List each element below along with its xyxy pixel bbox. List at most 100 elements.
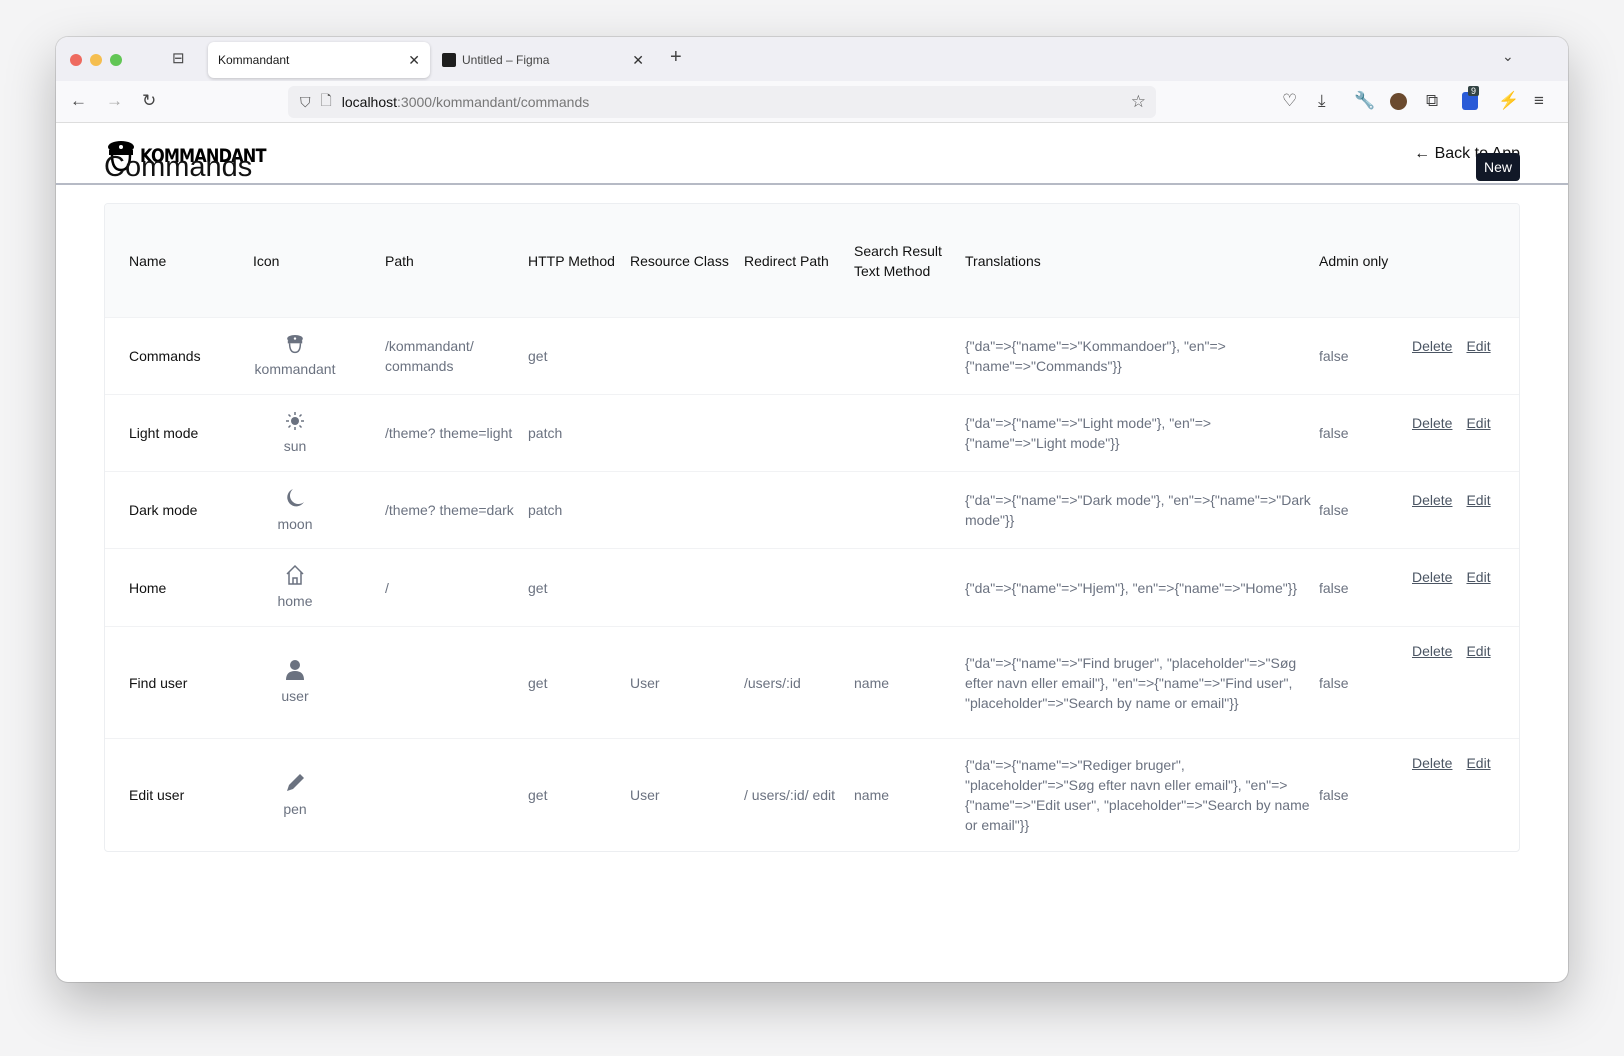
minimize-window-button[interactable] bbox=[90, 54, 102, 66]
path: / bbox=[385, 579, 389, 596]
forward-icon[interactable]: → bbox=[106, 91, 123, 111]
edit-link[interactable]: Edit bbox=[1466, 492, 1490, 508]
icon-name: moon bbox=[277, 515, 313, 532]
http-method: get bbox=[528, 674, 548, 691]
reload-icon[interactable]: ↻ bbox=[142, 91, 156, 111]
maximize-window-button[interactable] bbox=[110, 54, 122, 66]
column-header: Translations bbox=[965, 252, 1041, 269]
nav-bar: ← → ↻ ⛉ 🗋 localhost:3000/kommandant/comm… bbox=[56, 81, 1568, 123]
app-header: KOMMANDANT ← Back to App bbox=[56, 123, 1568, 185]
table-row: Edit user pen get User / users/:id/ edit… bbox=[105, 738, 1519, 851]
extensions-icon[interactable]: ⧉ bbox=[1426, 91, 1438, 111]
http-method: get bbox=[528, 348, 548, 364]
delete-link[interactable]: Delete bbox=[1412, 569, 1452, 585]
column-header: Redirect Path bbox=[744, 252, 829, 269]
close-tab-icon[interactable]: ✕ bbox=[408, 52, 420, 69]
delete-link[interactable]: Delete bbox=[1412, 338, 1452, 354]
admin-only: false bbox=[1319, 348, 1349, 364]
pocket-icon[interactable]: ♡ bbox=[1282, 91, 1297, 111]
tab-kommandant[interactable]: Kommandant ✕ bbox=[208, 42, 430, 78]
icon-cell: home bbox=[253, 564, 385, 611]
command-name: Home bbox=[129, 579, 167, 596]
translations: {"da"=>{"name"=>"Kommandoer"}, "en"=>{"n… bbox=[965, 338, 1226, 374]
row-actions: Delete Edit bbox=[1412, 549, 1519, 587]
icon-cell: pen bbox=[253, 772, 385, 819]
icon-cell: kommandant bbox=[253, 334, 385, 379]
admin-only: false bbox=[1319, 787, 1349, 803]
table-row: Home home / get {"da"=>{"name"=>"Hjem"},… bbox=[105, 548, 1519, 626]
home-icon bbox=[284, 564, 306, 591]
table-header: Name Icon Path HTTP Method Resource Class Red… bbox=[105, 204, 1519, 317]
command-name: Commands bbox=[129, 348, 201, 364]
icon-name: pen bbox=[283, 800, 307, 817]
redirect-path: /users/:id bbox=[744, 674, 801, 691]
back-icon[interactable]: ← bbox=[70, 91, 87, 111]
sun-icon bbox=[285, 411, 305, 436]
moon-icon bbox=[284, 487, 306, 514]
command-name: Find user bbox=[129, 674, 188, 691]
close-tab-icon[interactable]: ✕ bbox=[632, 52, 644, 69]
avatar[interactable] bbox=[1390, 93, 1407, 110]
download-icon[interactable]: ⤓ bbox=[1318, 91, 1326, 111]
new-button[interactable]: New bbox=[1475, 153, 1520, 181]
column-header: Path bbox=[385, 252, 414, 269]
chevron-down-icon[interactable]: ⌄ bbox=[1502, 48, 1514, 65]
column-header: Name bbox=[129, 252, 167, 269]
column-header: Icon bbox=[253, 252, 280, 269]
tab-label: Kommandant bbox=[218, 53, 290, 67]
lightning-icon[interactable]: ⚡ bbox=[1498, 91, 1519, 111]
page-title: Commands bbox=[104, 151, 253, 183]
row-actions: Delete Edit bbox=[1412, 472, 1519, 510]
translations: {"da"=>{"name"=>"Light mode"}, "en"=>{"n… bbox=[965, 415, 1212, 451]
delete-link[interactable]: Delete bbox=[1412, 415, 1452, 431]
row-actions: Delete Edit bbox=[1412, 627, 1519, 661]
kommandant-icon bbox=[286, 334, 304, 359]
row-actions: Delete Edit bbox=[1412, 318, 1519, 356]
admin-only: false bbox=[1319, 425, 1349, 441]
new-tab-icon[interactable]: + bbox=[670, 46, 682, 69]
path: /theme? theme=light bbox=[385, 425, 513, 441]
icon-name: home bbox=[277, 593, 313, 609]
row-actions: Delete Edit bbox=[1412, 739, 1519, 773]
http-method: get bbox=[528, 787, 548, 803]
delete-link[interactable]: Delete bbox=[1412, 755, 1452, 771]
tab-figma[interactable]: Untitled – Figma ✕ bbox=[432, 42, 654, 78]
extension-shield-icon[interactable]: 9 bbox=[1462, 86, 1480, 110]
wrench-icon[interactable]: 🔧 bbox=[1354, 91, 1375, 111]
edit-link[interactable]: Edit bbox=[1466, 338, 1490, 354]
delete-link[interactable]: Delete bbox=[1412, 492, 1452, 508]
icon-name: kommandant bbox=[254, 360, 336, 377]
icon-name: sun bbox=[283, 437, 307, 454]
menu-icon[interactable]: ≡ bbox=[1534, 91, 1544, 111]
pen-icon bbox=[284, 772, 306, 799]
tab-overview-icon[interactable]: ⊟ bbox=[172, 49, 185, 67]
icon-cell: user bbox=[253, 659, 385, 706]
page: KOMMANDANT ← Back to App Commands New Na… bbox=[56, 123, 1568, 852]
url-bar[interactable]: ⛉ 🗋 localhost:3000/kommandant/commands ☆ bbox=[288, 86, 1156, 118]
icon-name: user bbox=[281, 688, 309, 704]
star-icon[interactable]: ☆ bbox=[1131, 92, 1146, 112]
commands-table: Name Icon Path HTTP Method Resource Class Red… bbox=[104, 203, 1520, 852]
command-name: Light mode bbox=[129, 425, 199, 441]
edit-link[interactable]: Edit bbox=[1466, 755, 1490, 771]
extension-badge: 9 bbox=[1468, 86, 1480, 96]
icon-cell: moon bbox=[253, 487, 385, 534]
table-row: Dark mode moon /theme? theme=dark patch … bbox=[105, 471, 1519, 548]
icon-cell: sun bbox=[253, 411, 385, 456]
edit-link[interactable]: Edit bbox=[1466, 415, 1490, 431]
edit-link[interactable]: Edit bbox=[1466, 643, 1490, 659]
user-icon bbox=[285, 659, 305, 686]
delete-link[interactable]: Delete bbox=[1412, 643, 1452, 659]
admin-only: false bbox=[1319, 502, 1349, 518]
translations: {"da"=>{"name"=>"Dark mode"}, "en"=>{"na… bbox=[965, 492, 1311, 528]
search-result-text-method: name bbox=[854, 674, 890, 691]
translations: {"da"=>{"name"=>"Hjem"}, "en"=>{"name"=>… bbox=[965, 579, 1298, 596]
command-name: Edit user bbox=[129, 787, 185, 803]
column-header: Search Result Text Method bbox=[854, 242, 942, 279]
redirect-path: / users/:id/ edit bbox=[744, 787, 836, 803]
edit-link[interactable]: Edit bbox=[1466, 569, 1490, 585]
resource-class: User bbox=[630, 787, 660, 803]
column-header: Admin only bbox=[1319, 252, 1389, 269]
close-window-button[interactable] bbox=[70, 54, 82, 66]
table-row: Find user user get User /users/:id name … bbox=[105, 626, 1519, 738]
